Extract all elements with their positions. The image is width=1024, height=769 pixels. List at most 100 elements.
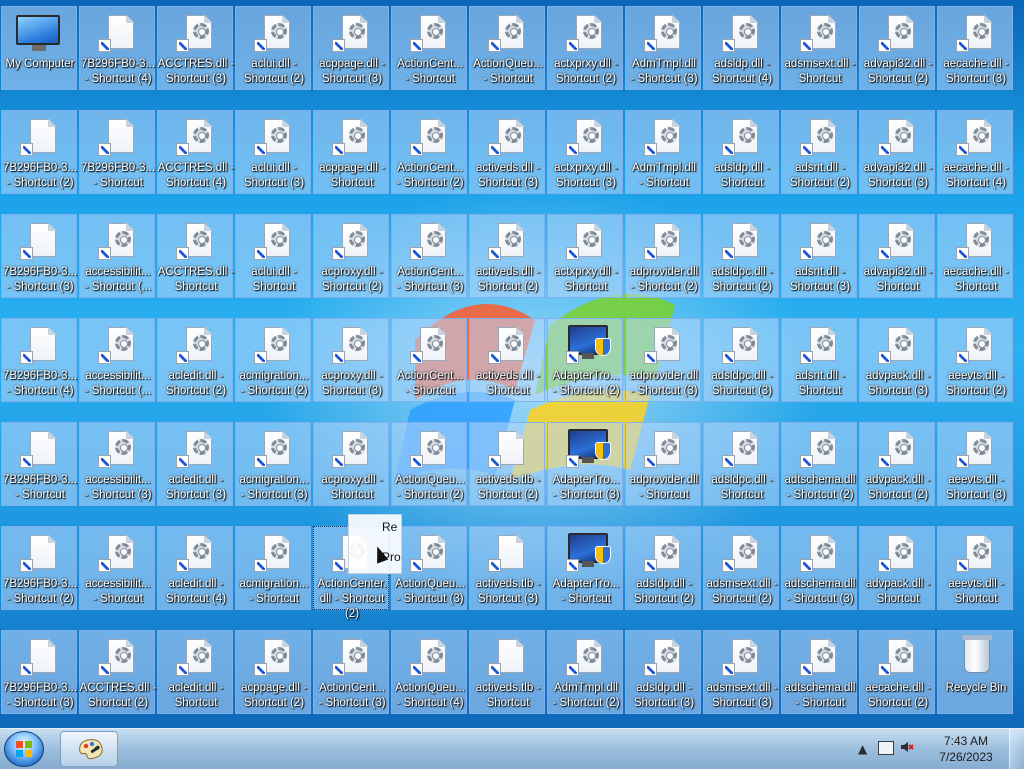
desktop-icon[interactable]: adsldp.dll - Shortcut (2) bbox=[625, 526, 701, 610]
desktop-icon[interactable]: ActionQueu... - Shortcut (4) bbox=[391, 630, 467, 714]
desktop-icon[interactable]: advapi32.dll - Shortcut bbox=[859, 214, 935, 298]
desktop-icon[interactable]: activeds.tlb - Shortcut bbox=[469, 630, 545, 714]
show-desktop-button[interactable] bbox=[1009, 729, 1024, 769]
desktop-icon[interactable]: ActionCent... - Shortcut (3) bbox=[313, 630, 389, 714]
desktop-icon[interactable]: acproxy.dll - Shortcut bbox=[313, 422, 389, 506]
shortcut-arrow-icon bbox=[410, 143, 423, 156]
network-icon[interactable] bbox=[878, 741, 894, 755]
desktop-icon[interactable]: adtschema.dll - Shortcut (2) bbox=[781, 422, 857, 506]
desktop-icon[interactable]: adsldp.dll - Shortcut bbox=[703, 110, 779, 194]
desktop-icon[interactable]: Recycle Bin bbox=[937, 630, 1013, 714]
desktop-icon[interactable]: advpack.dll - Shortcut (3) bbox=[859, 318, 935, 402]
desktop-icon[interactable]: acmigration... - Shortcut (3) bbox=[235, 422, 311, 506]
desktop-icon[interactable]: accessibilit... - Shortcut (... bbox=[79, 318, 155, 402]
desktop-icon[interactable]: advpack.dll - Shortcut (2) bbox=[859, 422, 935, 506]
desktop-icon[interactable]: aecache.dll - Shortcut bbox=[937, 214, 1013, 298]
desktop-icon[interactable]: 7B296FB0-3... - Shortcut (2) bbox=[1, 110, 77, 194]
desktop-icon[interactable]: AdapterTro... - Shortcut (2) bbox=[547, 318, 623, 402]
desktop-icon[interactable]: acproxy.dll - Shortcut (2) bbox=[313, 214, 389, 298]
desktop-icon[interactable]: adprovider.dll - Shortcut (2) bbox=[625, 214, 701, 298]
desktop-icon[interactable]: advpack.dll - Shortcut bbox=[859, 526, 935, 610]
desktop-icon[interactable]: ActionQueu... - Shortcut (2) bbox=[391, 422, 467, 506]
desktop-icon[interactable]: 7B296FB0-3... - Shortcut bbox=[79, 110, 155, 194]
desktop-icon[interactable]: ACCTRES.dll - Shortcut (3) bbox=[157, 6, 234, 90]
speaker-muted-icon[interactable] bbox=[900, 740, 914, 754]
desktop-icon[interactable]: acledit.dll - Shortcut (2) bbox=[157, 318, 233, 402]
desktop-icon[interactable]: actxprxy.dll - Shortcut (3) bbox=[547, 110, 623, 194]
desktop-icon[interactable]: acproxy.dll - Shortcut (3) bbox=[313, 318, 389, 402]
desktop-icon[interactable]: actxprxy.dll - Shortcut (2) bbox=[547, 6, 623, 90]
desktop-icon[interactable]: 7B296FB0-3... - Shortcut (4) bbox=[1, 318, 77, 402]
desktop-icon[interactable]: acppage.dll - Shortcut bbox=[313, 110, 389, 194]
taskbar-paint-button[interactable] bbox=[60, 731, 118, 767]
desktop-icon[interactable]: ActionCent... - Shortcut (3) bbox=[391, 214, 467, 298]
taskbar-clock[interactable]: 7:43 AM 7/26/2023 bbox=[926, 733, 1006, 765]
desktop-icon[interactable]: adsmsext.dll - Shortcut (3) bbox=[703, 630, 779, 714]
desktop-icon[interactable]: adsnt.dll - Shortcut (2) bbox=[781, 110, 857, 194]
desktop-icon[interactable]: adprovider.dll - Shortcut (3) bbox=[625, 318, 701, 402]
desktop-icon[interactable]: acppage.dll - Shortcut (3) bbox=[313, 6, 389, 90]
desktop-icon[interactable]: adsldpc.dll - Shortcut bbox=[703, 422, 779, 506]
desktop-icon[interactable]: aecache.dll - Shortcut (3) bbox=[937, 6, 1013, 90]
desktop-icon[interactable]: aclui.dll - Shortcut (3) bbox=[235, 110, 311, 194]
gear-icon bbox=[349, 23, 365, 39]
desktop-icon[interactable]: 7B296FB0-3... - Shortcut (3) bbox=[1, 214, 77, 298]
desktop-icon[interactable]: adsldp.dll - Shortcut (4) bbox=[703, 6, 779, 90]
desktop-icon[interactable]: adtschema.dll - Shortcut (3) bbox=[781, 526, 857, 610]
desktop-icon[interactable]: accessibilit... - Shortcut (... bbox=[79, 214, 155, 298]
desktop-icon[interactable]: ActionQueu... - Shortcut (3) bbox=[391, 526, 467, 610]
desktop-icon[interactable]: acmigration... - Shortcut bbox=[235, 526, 311, 610]
desktop-icon[interactable]: aeevts.dll - Shortcut (2) bbox=[937, 318, 1013, 402]
desktop-icon[interactable]: adtschema.dll - Shortcut bbox=[781, 630, 857, 714]
desktop-icon[interactable]: 7B296FB0-3... - Shortcut (2) bbox=[1, 526, 77, 610]
desktop-icon[interactable]: ACCTRES.dll - Shortcut bbox=[157, 214, 234, 298]
desktop-icon[interactable]: acppage.dll - Shortcut (2) bbox=[235, 630, 311, 714]
desktop-icon[interactable]: 7B296FB0-3... - Shortcut (4) bbox=[79, 6, 155, 90]
desktop-icon[interactable]: accessibilit... - Shortcut bbox=[79, 526, 155, 610]
desktop-icon[interactable]: adsldpc.dll - Shortcut (2) bbox=[703, 214, 779, 298]
desktop-icon[interactable]: ACCTRES.dll - Shortcut (4) bbox=[157, 110, 234, 194]
desktop-icon[interactable]: adsldpc.dll - Shortcut (3) bbox=[703, 318, 779, 402]
desktop-icon[interactable]: actxprxy.dll - Shortcut bbox=[547, 214, 623, 298]
desktop-icon[interactable]: activeds.dll - Shortcut (3) bbox=[469, 110, 545, 194]
desktop-icon[interactable]: adsnt.dll - Shortcut (3) bbox=[781, 214, 857, 298]
desktop-icon[interactable]: adprovider.dll - Shortcut bbox=[625, 422, 701, 506]
desktop-icon[interactable]: 7B296FB0-3... - Shortcut bbox=[1, 422, 77, 506]
desktop-icon[interactable]: aecache.dll - Shortcut (2) bbox=[859, 630, 935, 714]
desktop-icon[interactable]: aecache.dll - Shortcut (4) bbox=[937, 110, 1013, 194]
show-hidden-icons-button[interactable]: ▲ bbox=[858, 743, 867, 755]
desktop-icon[interactable]: activeds.tlb - Shortcut (3) bbox=[469, 526, 545, 610]
desktop-icon[interactable]: ACCTRES.dll - Shortcut (2) bbox=[79, 630, 156, 714]
desktop-icon[interactable]: activeds.tlb - Shortcut (2) bbox=[469, 422, 545, 506]
desktop-icon[interactable]: adsnt.dll - Shortcut bbox=[781, 318, 857, 402]
desktop-icon[interactable]: activeds.dll - Shortcut (2) bbox=[469, 214, 545, 298]
desktop-icon[interactable]: accessibilit... - Shortcut (3) bbox=[79, 422, 155, 506]
desktop-icon[interactable]: ActionCent... - Shortcut bbox=[391, 318, 467, 402]
desktop-icon[interactable]: My Computer bbox=[1, 6, 77, 90]
desktop-icon[interactable]: aclui.dll - Shortcut bbox=[235, 214, 311, 298]
desktop-icon[interactable]: adsldp.dll - Shortcut (3) bbox=[625, 630, 701, 714]
desktop-icon[interactable]: ActionCent... - Shortcut bbox=[391, 6, 467, 90]
desktop-icon[interactable]: acmigration... - Shortcut (2) bbox=[235, 318, 311, 402]
desktop-icon[interactable]: activeds.dll - Shortcut bbox=[469, 318, 545, 402]
desktop-icon[interactable]: ActionQueu... - Shortcut bbox=[469, 6, 545, 90]
start-button[interactable] bbox=[4, 731, 44, 767]
desktop-icon[interactable]: acledit.dll - Shortcut (4) bbox=[157, 526, 233, 610]
desktop-icon[interactable]: acledit.dll - Shortcut (3) bbox=[157, 422, 233, 506]
desktop-icon[interactable]: 7B296FB0-3... - Shortcut (3) bbox=[1, 630, 77, 714]
desktop-icon[interactable]: aeevts.dll - Shortcut (3) bbox=[937, 422, 1013, 506]
desktop-icon[interactable]: advapi32.dll - Shortcut (2) bbox=[859, 6, 935, 90]
desktop-icon[interactable]: AdmTmpl.dll - Shortcut bbox=[625, 110, 701, 194]
desktop-icon[interactable]: AdmTmpl.dll - Shortcut (2) bbox=[547, 630, 623, 714]
desktop-icon[interactable]: AdmTmpl.dll - Shortcut (3) bbox=[625, 6, 701, 90]
desktop-icon[interactable]: AdapterTro... - Shortcut bbox=[547, 526, 623, 610]
shortcut-arrow-icon bbox=[410, 247, 423, 260]
desktop-icon[interactable]: aeevts.dll - Shortcut bbox=[937, 526, 1013, 610]
desktop-icon[interactable]: AdapterTro... - Shortcut (3) bbox=[547, 422, 623, 506]
desktop-icon[interactable]: adsmsext.dll - Shortcut bbox=[781, 6, 857, 90]
desktop-icon[interactable]: advapi32.dll - Shortcut (3) bbox=[859, 110, 935, 194]
desktop-icon[interactable]: acledit.dll - Shortcut bbox=[157, 630, 233, 714]
desktop-icon[interactable]: aclui.dll - Shortcut (2) bbox=[235, 6, 311, 90]
desktop-icon[interactable]: adsmsext.dll - Shortcut (2) bbox=[703, 526, 779, 610]
desktop-icon[interactable]: ActionCent... - Shortcut (2) bbox=[391, 110, 467, 194]
